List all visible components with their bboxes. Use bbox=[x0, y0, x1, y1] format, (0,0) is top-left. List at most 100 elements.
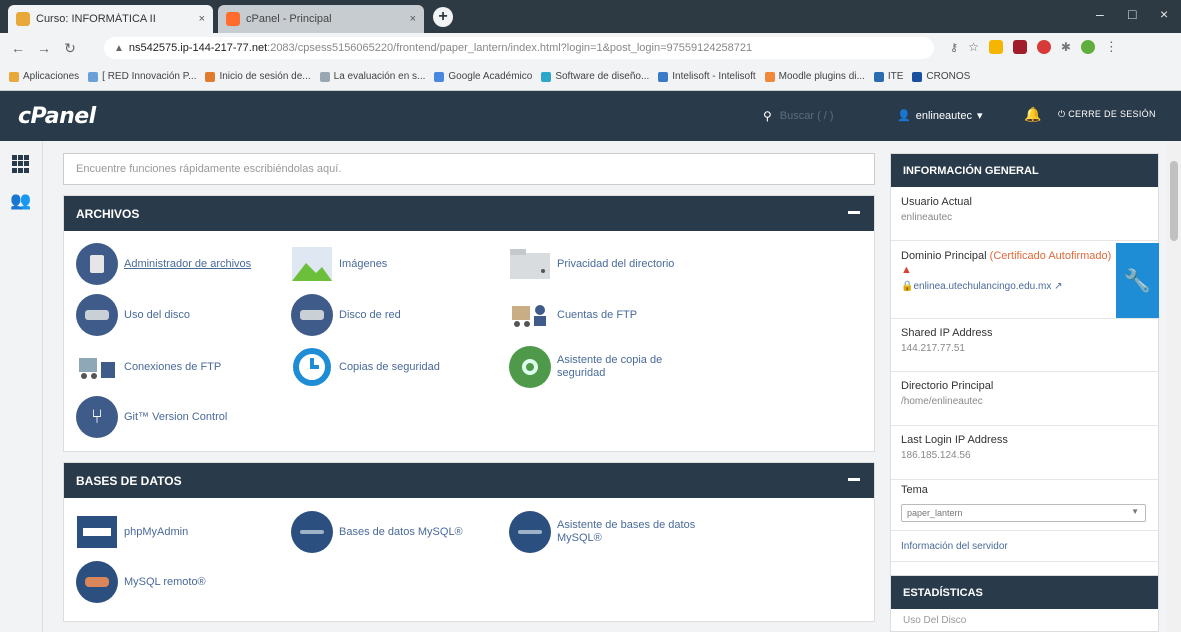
collapse-icon[interactable] bbox=[848, 211, 860, 214]
apps-icon bbox=[9, 71, 19, 82]
puzzle-icon[interactable]: ✱ bbox=[1061, 40, 1071, 54]
mysql-databases-link[interactable]: Bases de datos MySQL® bbox=[291, 511, 463, 553]
bell-icon[interactable]: 🔔 bbox=[1024, 106, 1041, 123]
images-link[interactable]: Imágenes bbox=[291, 243, 387, 285]
bookmark-item[interactable]: La evaluación en s... bbox=[319, 71, 425, 82]
bookmarks-bar: Aplicaciones [ RED Innovación P... Inici… bbox=[0, 63, 1181, 91]
general-info-header: INFORMACIÓN GENERAL bbox=[891, 154, 1158, 187]
disk-usage-link[interactable]: Uso del disco bbox=[76, 294, 190, 336]
reload-icon[interactable]: ↻ bbox=[62, 40, 78, 57]
mysql-wizard-link[interactable]: Asistente de bases de datos MySQL® bbox=[509, 511, 707, 553]
domain-row: Dominio Principal (Certificado Autofirma… bbox=[901, 250, 1112, 292]
external-link-icon[interactable]: ↗ bbox=[1054, 281, 1062, 292]
bookmark-item[interactable]: [ RED Innovación P... bbox=[88, 71, 196, 82]
lock-icon: 🔒 bbox=[901, 281, 914, 292]
header-search[interactable]: ⚲ Buscar ( / ) bbox=[763, 109, 834, 123]
databases-panel-header[interactable]: BASES DE DATOS bbox=[64, 463, 874, 498]
url-host: ns542575.ip-144-217-77.net bbox=[128, 42, 268, 54]
file-manager-link[interactable]: Administrador de archivos bbox=[76, 243, 251, 285]
bookmark-favicon-icon bbox=[88, 71, 99, 82]
feature-search-input[interactable]: Encuentre funciones rápidamente escribié… bbox=[63, 153, 875, 185]
bookmark-favicon-icon bbox=[541, 71, 552, 82]
network-disk-link[interactable]: Disco de red bbox=[291, 294, 401, 336]
files-panel-header[interactable]: ARCHIVOS bbox=[64, 196, 874, 231]
git-version-control-link[interactable]: ⑂ Git™ Version Control bbox=[76, 396, 227, 438]
new-tab-button[interactable]: + bbox=[433, 7, 453, 27]
users-icon[interactable]: 👥 bbox=[10, 191, 31, 211]
backup-wizard-icon bbox=[509, 346, 551, 388]
backup-wizard-link[interactable]: Asistente de copia de seguridad bbox=[509, 346, 707, 388]
extension-icon[interactable] bbox=[988, 40, 1003, 54]
git-icon: ⑂ bbox=[76, 396, 118, 438]
backups-link[interactable]: Copias de seguridad bbox=[291, 346, 440, 388]
browser-tab-bar: Curso: INFORMÁTICA II × cPanel - Princip… bbox=[0, 0, 1181, 33]
user-menu[interactable]: 👤 enlineautec ▾ bbox=[897, 109, 983, 123]
disk-usage-stat-label: Uso Del Disco bbox=[903, 615, 967, 626]
bookmark-item[interactable]: Inicio de sesión de... bbox=[205, 71, 311, 82]
extension-icon[interactable] bbox=[1036, 40, 1051, 54]
phpmyadmin-icon bbox=[76, 511, 118, 553]
wrench-icon[interactable]: 🔧 bbox=[1116, 243, 1159, 318]
ftp-accounts-link[interactable]: Cuentas de FTP bbox=[509, 294, 637, 336]
home-dir-row: Directorio Principal /home/enlineautec bbox=[891, 372, 1158, 426]
star-icon[interactable]: ☆ bbox=[968, 40, 979, 54]
bookmark-item[interactable]: CRONOS bbox=[912, 71, 970, 82]
disk-usage-icon bbox=[76, 294, 118, 336]
url-path: :2083/cpsess5156065220/frontend/paper_la… bbox=[267, 42, 753, 54]
backup-icon bbox=[291, 346, 333, 388]
minimize-button[interactable]: – bbox=[1096, 6, 1104, 22]
panel-title: BASES DE DATOS bbox=[76, 473, 182, 488]
ftp-connections-link[interactable]: Conexiones de FTP bbox=[76, 346, 221, 388]
home-grid-icon[interactable] bbox=[12, 155, 30, 173]
bookmark-item[interactable]: ITE bbox=[873, 71, 903, 82]
ftp-accounts-icon bbox=[509, 294, 551, 336]
key-icon[interactable]: ⚷ bbox=[950, 41, 958, 54]
extensions-bar: ⚷ ☆ ✱ ⋮ bbox=[950, 39, 1118, 55]
tab-close-icon[interactable]: × bbox=[410, 13, 416, 25]
bookmark-favicon-icon bbox=[205, 71, 216, 82]
extension-icon[interactable] bbox=[1012, 40, 1027, 54]
forward-arrow-icon[interactable]: → bbox=[36, 40, 52, 56]
directory-privacy-link[interactable]: Privacidad del directorio bbox=[509, 243, 674, 285]
file-manager-icon bbox=[76, 243, 118, 285]
close-window-button[interactable]: × bbox=[1160, 6, 1168, 22]
logout-button[interactable]: ⏻ CERRE DE SESIÓN bbox=[1058, 109, 1156, 120]
bookmark-item[interactable]: Intelisoft - Intelisoft bbox=[658, 71, 756, 82]
folder-privacy-icon bbox=[509, 243, 551, 285]
moodle-favicon-icon bbox=[16, 12, 30, 26]
tab-curso[interactable]: Curso: INFORMÁTICA II × bbox=[8, 5, 213, 33]
chevron-down-icon: ▾ bbox=[976, 110, 983, 122]
remote-mysql-icon bbox=[76, 561, 118, 603]
bookmark-favicon-icon bbox=[319, 71, 330, 82]
collapse-icon[interactable] bbox=[848, 478, 860, 481]
tab-cpanel[interactable]: cPanel - Principal × bbox=[218, 5, 424, 33]
bookmark-item[interactable]: Moodle plugins di... bbox=[764, 71, 865, 82]
phpmyadmin-link[interactable]: phpMyAdmin bbox=[76, 511, 188, 553]
bookmark-item[interactable]: Software de diseño... bbox=[541, 71, 649, 82]
scrollbar[interactable] bbox=[1167, 141, 1181, 632]
url-input[interactable]: ▲ ns542575.ip-144-217-77.net :2083/cpses… bbox=[104, 37, 934, 59]
menu-icon[interactable]: ⋮ bbox=[1105, 39, 1118, 55]
database-icon bbox=[291, 511, 333, 553]
bookmark-favicon-icon bbox=[434, 71, 445, 82]
bookmark-item[interactable]: Google Académico bbox=[434, 71, 532, 82]
bookmark-item[interactable]: Aplicaciones bbox=[9, 71, 79, 82]
tab-title: Curso: INFORMÁTICA II bbox=[36, 13, 156, 25]
tab-close-icon[interactable]: × bbox=[199, 13, 205, 25]
files-panel: ARCHIVOS Administrador de archivos Imáge… bbox=[63, 195, 875, 452]
back-arrow-icon[interactable]: ← bbox=[10, 40, 26, 56]
cpanel-logo[interactable]: cPanel bbox=[18, 104, 96, 129]
server-info-row: Información del servidor bbox=[891, 530, 1158, 562]
remote-mysql-link[interactable]: MySQL remoto® bbox=[76, 561, 206, 603]
profile-icon[interactable] bbox=[1080, 40, 1095, 54]
maximize-button[interactable]: □ bbox=[1128, 6, 1136, 22]
security-warning-icon[interactable]: ▲ bbox=[114, 43, 124, 54]
theme-select[interactable]: paper_lantern ▼ bbox=[901, 504, 1146, 522]
scrollbar-thumb[interactable] bbox=[1170, 161, 1178, 241]
last-login-row: Last Login IP Address 186.185.124.56 bbox=[891, 426, 1158, 480]
general-info-panel: INFORMACIÓN GENERAL Usuario Actual enlin… bbox=[890, 153, 1159, 588]
shared-ip-row: Shared IP Address 144.217.77.51 bbox=[891, 318, 1158, 372]
images-icon bbox=[291, 243, 333, 285]
bookmark-favicon-icon bbox=[912, 71, 923, 82]
left-rail: 👥 bbox=[0, 141, 43, 632]
